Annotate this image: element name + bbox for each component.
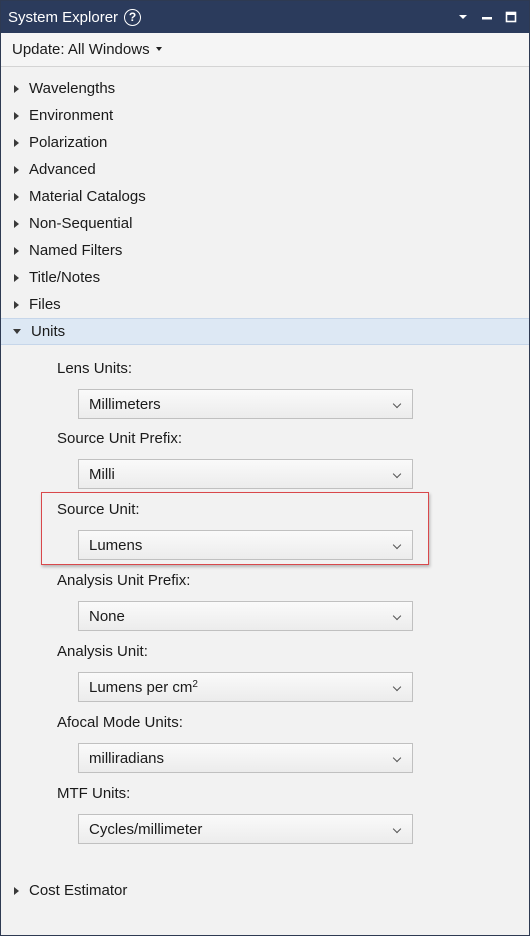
minimize-icon[interactable]: [475, 5, 499, 29]
system-explorer-window: System Explorer ? Update: All Windows Wa…: [0, 0, 530, 936]
tree-item-label: Wavelengths: [29, 80, 116, 97]
update-windows-dropdown[interactable]: Update: All Windows: [1, 33, 529, 67]
tree-item-label: Non-Sequential: [29, 215, 133, 232]
expand-arrow-icon: [14, 111, 19, 120]
tree-item-label: Named Filters: [29, 242, 123, 259]
mtf-units-select[interactable]: Cycles/millimeter: [78, 814, 413, 844]
chevron-down-icon: [392, 824, 402, 834]
tree-item-material-catalogs[interactable]: Material Catalogs: [1, 183, 529, 210]
update-label: Update: All Windows: [12, 41, 150, 58]
select-value: milliradians: [89, 749, 165, 767]
source-unit-label: Source Unit:: [57, 501, 140, 518]
help-circle-icon[interactable]: ?: [124, 8, 142, 26]
tree-item-label: Title/Notes: [29, 269, 101, 286]
chevron-down-icon: [392, 753, 402, 763]
tree-item-files[interactable]: Files: [1, 291, 529, 318]
chevron-down-icon: [392, 540, 402, 550]
lens-units-label: Lens Units:: [57, 360, 133, 377]
analysis-unit-label: Analysis Unit:: [57, 643, 148, 660]
select-value: Lumens: [89, 536, 143, 554]
expand-arrow-icon: [14, 165, 19, 174]
source-unit-select[interactable]: Lumens: [78, 530, 413, 560]
expand-arrow-icon: [14, 886, 19, 895]
tree-item-wavelengths[interactable]: Wavelengths: [1, 75, 529, 102]
expand-arrow-icon: [14, 246, 19, 255]
superscript: 2: [192, 678, 198, 690]
maximize-icon[interactable]: [499, 5, 523, 29]
explorer-tree: Wavelengths Environment Polarization Adv…: [1, 67, 529, 904]
expand-arrow-icon: [14, 138, 19, 147]
tree-item-non-sequential[interactable]: Non-Sequential: [1, 210, 529, 237]
tree-item-label: Environment: [29, 107, 114, 124]
select-value: Cycles/millimeter: [89, 820, 203, 838]
collapse-arrow-icon: [13, 329, 21, 334]
analysis-unit-prefix-label: Analysis Unit Prefix:: [57, 572, 191, 589]
expand-arrow-icon: [14, 219, 19, 228]
source-unit-prefix-select[interactable]: Milli: [78, 459, 413, 489]
tree-item-cost-estimator[interactable]: Cost Estimator: [1, 877, 529, 904]
mtf-units-label: MTF Units:: [57, 785, 131, 802]
window-title: System Explorer: [8, 8, 119, 26]
chevron-down-icon: [392, 399, 402, 409]
tree-item-label: Polarization: [29, 134, 108, 151]
chevron-down-icon: [392, 611, 402, 621]
tree-item-environment[interactable]: Environment: [1, 102, 529, 129]
afocal-mode-units-label: Afocal Mode Units:: [57, 714, 183, 731]
tree-item-label: Material Catalogs: [29, 188, 146, 205]
afocal-mode-units-select[interactable]: milliradians: [78, 743, 413, 773]
chevron-down-icon: [392, 682, 402, 692]
select-value-text: Lumens per cm: [89, 678, 193, 696]
select-value: Millimeters: [89, 395, 161, 413]
lens-units-select[interactable]: Millimeters: [78, 389, 413, 419]
tree-item-title-notes[interactable]: Title/Notes: [1, 264, 529, 291]
tree-item-label: Advanced: [29, 161, 96, 178]
source-unit-prefix-label: Source Unit Prefix:: [57, 430, 183, 447]
analysis-unit-prefix-select[interactable]: None: [78, 601, 413, 631]
titlebar: System Explorer ?: [1, 1, 529, 33]
tree-item-polarization[interactable]: Polarization: [1, 129, 529, 156]
analysis-unit-select[interactable]: Lumens per cm2: [78, 672, 413, 702]
expand-arrow-icon: [14, 300, 19, 309]
expand-arrow-icon: [14, 273, 19, 282]
tree-item-advanced[interactable]: Advanced: [1, 156, 529, 183]
units-panel: Lens Units: Millimeters Source Unit Pref…: [1, 345, 529, 877]
chevron-down-icon: [155, 46, 162, 51]
select-value: Lumens per cm2: [89, 679, 198, 696]
tree-item-units[interactable]: Units: [1, 318, 529, 345]
select-value: Milli: [89, 465, 115, 483]
window-controls: [451, 1, 523, 33]
chevron-down-icon: [392, 469, 402, 479]
select-value: None: [89, 607, 125, 625]
tree-item-label: Units: [31, 323, 66, 340]
expand-arrow-icon: [14, 192, 19, 201]
tree-item-label: Files: [29, 296, 61, 313]
tree-item-named-filters[interactable]: Named Filters: [1, 237, 529, 264]
dropdown-icon[interactable]: [451, 5, 475, 29]
expand-arrow-icon: [14, 84, 19, 93]
tree-item-label: Cost Estimator: [29, 882, 128, 899]
